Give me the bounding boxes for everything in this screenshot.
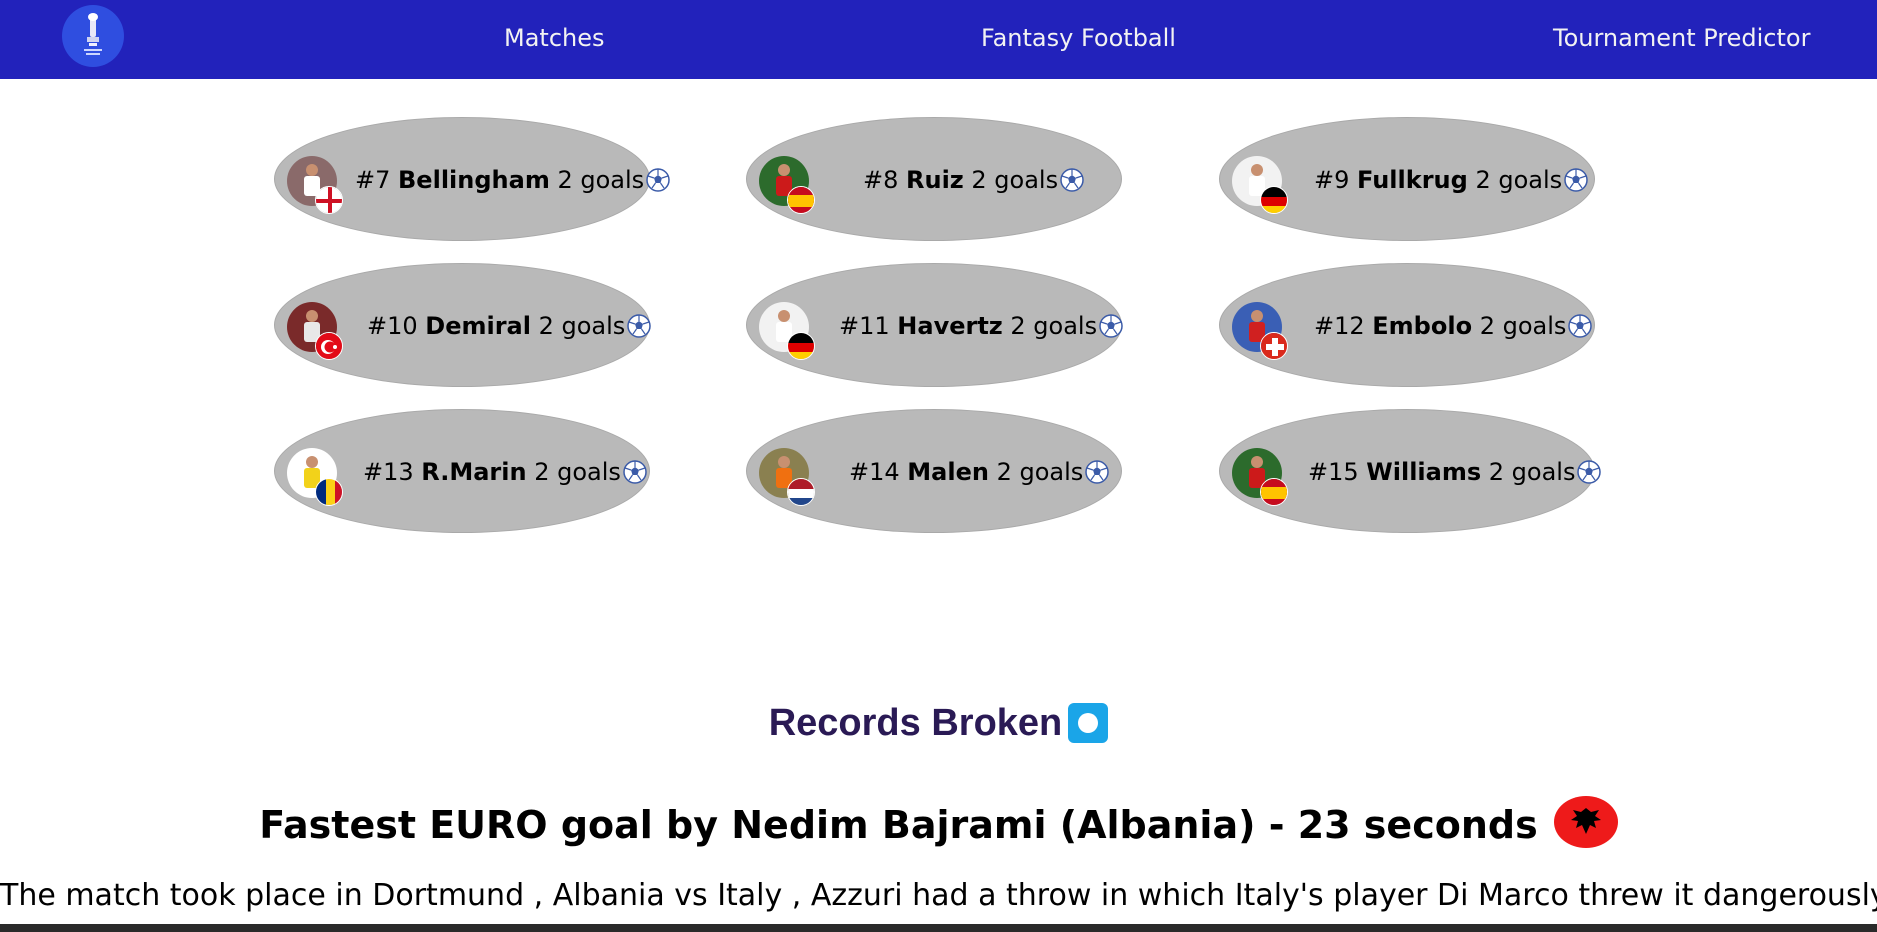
- soccer-ball-icon: [627, 314, 652, 338]
- switzerland-flag-icon: [1260, 332, 1288, 360]
- spain-flag-icon: [787, 186, 815, 214]
- record-headline: Fastest EURO goal by Nedim Bajrami (Alba…: [0, 796, 1877, 848]
- soccer-ball-icon: [646, 168, 670, 192]
- scorer-text: #9 Fullkrug 2 goals: [1314, 166, 1588, 194]
- player-avatar-group: [759, 448, 815, 506]
- scorer-rank: #15: [1308, 458, 1367, 486]
- nav-link-fantasy-football[interactable]: Fantasy Football: [981, 24, 1176, 52]
- romania-flag-icon: [315, 478, 343, 506]
- scorer-rank: #10: [367, 312, 426, 340]
- scorer-text: #11 Havertz 2 goals: [839, 312, 1123, 340]
- scorer-name: Demiral: [425, 312, 531, 340]
- player-avatar-group: [1232, 302, 1288, 360]
- scorer-card[interactable]: #11 Havertz 2 goals: [746, 263, 1123, 387]
- scorer-goals: 2 goals: [988, 458, 1084, 486]
- scorer-text: #10 Demiral 2 goals: [367, 312, 652, 340]
- player-avatar-group: [287, 156, 343, 214]
- scorer-name: R.Marin: [421, 458, 527, 486]
- record-headline-text: Fastest EURO goal by Nedim Bajrami (Alba…: [259, 803, 1538, 847]
- player-avatar-group: [287, 302, 343, 360]
- soccer-ball-icon: [1085, 460, 1110, 484]
- top-navbar: Matches Fantasy Football Tournament Pred…: [0, 0, 1877, 79]
- scorer-rank: #13: [363, 458, 422, 486]
- scorer-name: Fullkrug: [1357, 166, 1468, 194]
- scorer-rank: #7: [355, 166, 399, 194]
- scorer-text: #13 R.Marin 2 goals: [363, 458, 647, 486]
- player-avatar-group: [1232, 448, 1288, 506]
- player-avatar-group: [1232, 156, 1288, 214]
- soccer-ball-icon: [1060, 168, 1084, 192]
- soccer-ball-icon: [1099, 314, 1123, 338]
- spain-flag-icon: [1260, 478, 1288, 506]
- germany-flag-icon: [787, 332, 815, 360]
- player-avatar-group: [287, 448, 343, 506]
- scorer-name: Embolo: [1372, 312, 1473, 340]
- scorer-text: #12 Embolo 2 goals: [1314, 312, 1593, 340]
- scorer-card[interactable]: #14 Malen 2 goals: [746, 409, 1122, 533]
- scorer-card[interactable]: #8 Ruiz 2 goals: [746, 117, 1122, 241]
- germany-flag-icon: [1260, 186, 1288, 214]
- euro-2024-logo[interactable]: [62, 5, 124, 67]
- scorer-goals: 2 goals: [526, 458, 621, 486]
- scorer-goals: 2 goals: [530, 312, 626, 340]
- soccer-ball-icon: [1568, 314, 1593, 338]
- turkey-flag-icon: [315, 332, 343, 360]
- scorer-rank: #8: [863, 166, 907, 194]
- scorer-rank: #9: [1314, 166, 1358, 194]
- netherlands-flag-icon: [787, 478, 815, 506]
- scorer-card[interactable]: #10 Demiral 2 goals: [274, 263, 652, 387]
- scorer-card[interactable]: #15 Williams 2 goals: [1219, 409, 1602, 533]
- records-broken-title: Records Broken: [768, 702, 1063, 744]
- trophy-icon: [84, 13, 102, 55]
- scorer-card[interactable]: #9 Fullkrug 2 goals: [1219, 117, 1595, 241]
- bottom-edge-bar: [0, 924, 1877, 932]
- scorer-text: #15 Williams 2 goals: [1308, 458, 1602, 486]
- scorer-goals: 2 goals: [1472, 312, 1567, 340]
- nav-link-matches[interactable]: Matches: [504, 24, 605, 52]
- albania-flag-icon: [1553, 796, 1618, 848]
- scorer-name: Williams: [1366, 458, 1482, 486]
- scorer-goals: 2 goals: [1481, 458, 1576, 486]
- scorer-rank: #14: [849, 458, 908, 486]
- scorer-name: Ruiz: [906, 166, 964, 194]
- player-avatar-group: [759, 156, 815, 214]
- scorer-name: Havertz: [897, 312, 1003, 340]
- scorer-card[interactable]: #7 Bellingham 2 goals: [274, 117, 670, 241]
- scorer-name: Bellingham: [398, 166, 550, 194]
- stop-button-icon: [1068, 703, 1109, 743]
- player-avatar-group: [759, 302, 815, 360]
- soccer-ball-icon: [1577, 460, 1602, 484]
- scorer-goals: 2 goals: [1002, 312, 1098, 340]
- scorer-rank: #11: [839, 312, 898, 340]
- scorer-goals: 2 goals: [549, 166, 645, 194]
- nav-link-tournament-predictor[interactable]: Tournament Predictor: [1553, 24, 1810, 52]
- scorer-text: #7 Bellingham 2 goals: [355, 166, 670, 194]
- scorer-card[interactable]: #12 Embolo 2 goals: [1219, 263, 1595, 387]
- soccer-ball-icon: [1564, 168, 1588, 192]
- record-description: The match took place in Dortmund , Alban…: [0, 878, 1877, 913]
- records-broken-heading: Records Broken: [0, 702, 1877, 745]
- scorer-text: #14 Malen 2 goals: [849, 458, 1110, 486]
- scorer-name: Malen: [907, 458, 989, 486]
- soccer-ball-icon: [623, 460, 647, 484]
- scorer-goals: 2 goals: [1467, 166, 1563, 194]
- england-flag-icon: [315, 186, 343, 214]
- scorer-goals: 2 goals: [963, 166, 1059, 194]
- scorer-rank: #12: [1314, 312, 1373, 340]
- scorer-card[interactable]: #13 R.Marin 2 goals: [274, 409, 650, 533]
- scorer-text: #8 Ruiz 2 goals: [863, 166, 1084, 194]
